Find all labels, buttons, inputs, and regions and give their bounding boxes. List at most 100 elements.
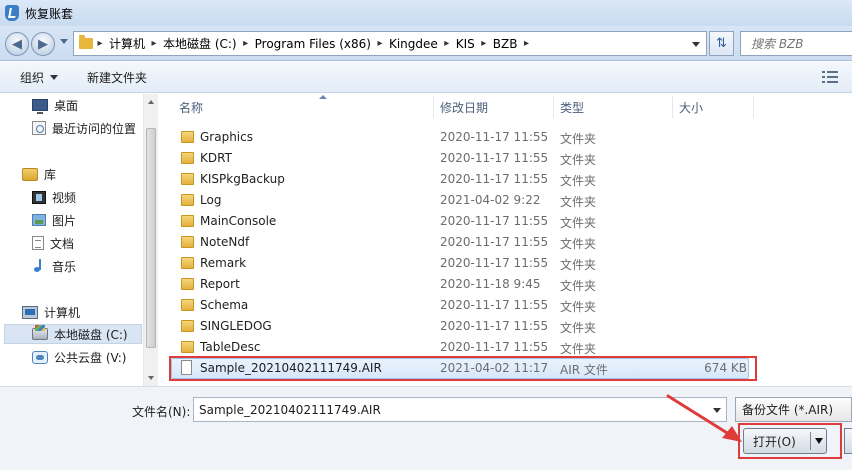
- filename-label: 文件名(N):: [132, 405, 191, 419]
- file-row[interactable]: Report 2020-11-18 9:45 文件夹: [159, 274, 852, 295]
- scroll-up-icon[interactable]: [148, 100, 154, 104]
- search-box[interactable]: [740, 31, 852, 56]
- column-divider[interactable]: [672, 96, 673, 118]
- nav-item-music[interactable]: 音乐: [32, 256, 76, 276]
- file-row[interactable]: Log 2021-04-02 9:22 文件夹: [159, 190, 852, 211]
- column-divider[interactable]: [433, 96, 434, 118]
- recent-places-icon: [32, 121, 46, 135]
- address-dropdown-icon[interactable]: [692, 42, 700, 47]
- breadcrumb-item[interactable]: Kingdee: [387, 37, 440, 51]
- file-row[interactable]: KDRT 2020-11-17 11:55 文件夹: [159, 148, 852, 169]
- folder-icon: [181, 341, 194, 353]
- file-type: 文件夹: [560, 153, 597, 167]
- nav-scrollbar[interactable]: [143, 94, 158, 386]
- column-header-date[interactable]: 修改日期: [440, 94, 550, 120]
- nav-item-recent[interactable]: 最近访问的位置: [32, 118, 136, 138]
- column-header-name[interactable]: 名称: [179, 94, 434, 120]
- nav-item-desktop[interactable]: 桌面: [32, 95, 78, 115]
- chevron-right-icon[interactable]: ▸: [519, 38, 533, 49]
- file-date: 2020-11-17 11:55: [440, 151, 549, 165]
- nav-item-cloud-disk[interactable]: 公共云盘 (V:): [32, 347, 126, 367]
- folder-icon: [79, 35, 93, 49]
- chevron-right-icon[interactable]: ▸: [477, 38, 491, 49]
- arrow-right-icon: ▶: [38, 36, 48, 52]
- chevron-right-icon[interactable]: ▸: [373, 38, 387, 49]
- address-bar[interactable]: ▸ 计算机 ▸ 本地磁盘 (C:) ▸ Program Files (x86) …: [73, 31, 707, 56]
- column-divider[interactable]: [553, 96, 554, 118]
- annotation-highlight-open: [738, 423, 842, 459]
- file-list: 名称 修改日期 类型 大小 Graphics 2020-11-17 11:55 …: [159, 94, 852, 386]
- window-title: 恢复账套: [25, 6, 74, 21]
- nav-item-documents[interactable]: 文档: [32, 233, 74, 253]
- file-row[interactable]: MainConsole 2020-11-17 11:55 文件夹: [159, 211, 852, 232]
- folder-icon: [181, 131, 194, 143]
- file-date: 2020-11-17 11:55: [440, 340, 549, 354]
- nav-item-libraries[interactable]: 库: [22, 164, 56, 184]
- chevron-right-icon[interactable]: ▸: [239, 38, 253, 49]
- breadcrumb-item[interactable]: 计算机: [107, 35, 147, 52]
- file-date: 2020-11-18 9:45: [440, 277, 541, 291]
- column-divider[interactable]: [753, 96, 754, 118]
- organize-button[interactable]: 组织: [20, 69, 59, 86]
- breadcrumb-item[interactable]: Program Files (x86): [253, 37, 373, 51]
- sort-up-icon: [319, 95, 327, 99]
- file-row[interactable]: Remark 2020-11-17 11:55 文件夹: [159, 253, 852, 274]
- chevron-down-icon[interactable]: [713, 408, 721, 413]
- breadcrumb-item[interactable]: BZB: [491, 37, 520, 51]
- column-header-label: 大小: [679, 100, 704, 115]
- nav-item-local-disk[interactable]: 本地磁盘 (C:): [4, 324, 142, 344]
- chevron-right-icon[interactable]: ▸: [93, 38, 107, 49]
- nav-item-pictures[interactable]: 图片: [32, 210, 76, 230]
- nav-label: 图片: [52, 213, 77, 228]
- file-row[interactable]: Schema 2020-11-17 11:55 文件夹: [159, 295, 852, 316]
- filename-value: Sample_20210402111749.AIR: [199, 402, 381, 417]
- nav-item-computer[interactable]: 计算机: [22, 302, 80, 322]
- file-type: 文件夹: [560, 237, 597, 251]
- cancel-button[interactable]: [844, 428, 852, 454]
- breadcrumb-item[interactable]: KIS: [454, 37, 477, 51]
- folder-icon: [181, 194, 194, 206]
- back-button[interactable]: ◀: [5, 32, 29, 56]
- folder-icon: [181, 278, 194, 290]
- column-header-size[interactable]: 大小: [679, 94, 759, 120]
- nav-item-videos[interactable]: 视频: [32, 187, 76, 207]
- folder-icon: [181, 320, 194, 332]
- file-date: 2020-11-17 11:55: [440, 235, 549, 249]
- file-row[interactable]: KISPkgBackup 2020-11-17 11:55 文件夹: [159, 169, 852, 190]
- file-name: KISPkgBackup: [200, 172, 285, 186]
- file-row[interactable]: TableDesc 2020-11-17 11:55 文件夹: [159, 337, 852, 358]
- filetype-select[interactable]: 备份文件 (*.AIR): [735, 397, 852, 422]
- new-folder-button[interactable]: 新建文件夹: [87, 69, 147, 86]
- picture-icon: [32, 214, 46, 226]
- refresh-button[interactable]: ⇅: [709, 31, 734, 56]
- chevron-right-icon[interactable]: ▸: [440, 38, 454, 49]
- file-type: 文件夹: [560, 258, 597, 272]
- nav-label: 视频: [52, 190, 77, 205]
- organize-label: 组织: [20, 70, 45, 85]
- recent-pages-dropdown-icon[interactable]: [60, 39, 68, 44]
- file-type: 文件夹: [560, 279, 597, 293]
- refresh-icon: ⇅: [716, 36, 727, 51]
- computer-icon: [22, 305, 38, 319]
- view-options-icon[interactable]: [822, 71, 838, 83]
- filename-input[interactable]: Sample_20210402111749.AIR: [193, 397, 727, 422]
- forward-button[interactable]: ▶: [31, 32, 55, 56]
- column-header-label: 类型: [560, 100, 585, 115]
- scroll-down-icon[interactable]: [148, 376, 154, 380]
- breadcrumb-item[interactable]: 本地磁盘 (C:): [161, 35, 239, 52]
- file-row[interactable]: Graphics 2020-11-17 11:55 文件夹: [159, 127, 852, 148]
- music-icon: [32, 259, 46, 273]
- file-row[interactable]: NoteNdf 2020-11-17 11:55 文件夹: [159, 232, 852, 253]
- chevron-right-icon[interactable]: ▸: [147, 38, 161, 49]
- drive-icon: [32, 325, 48, 340]
- search-input[interactable]: [751, 36, 852, 51]
- nav-label: 库: [44, 167, 57, 182]
- navigation-pane: 桌面 最近访问的位置 库 视频 图片 文档 音乐 计算机 本地磁盘 (C:) 公…: [0, 94, 158, 386]
- title-bar: 恢复账套: [0, 0, 852, 26]
- file-date: 2020-11-17 11:55: [440, 256, 549, 270]
- column-header-type[interactable]: 类型: [560, 94, 670, 120]
- file-row[interactable]: SINGLEDOG 2020-11-17 11:55 文件夹: [159, 316, 852, 337]
- folder-icon: [181, 299, 194, 311]
- file-date: 2020-11-17 11:55: [440, 319, 549, 333]
- scrollbar-thumb[interactable]: [146, 128, 156, 348]
